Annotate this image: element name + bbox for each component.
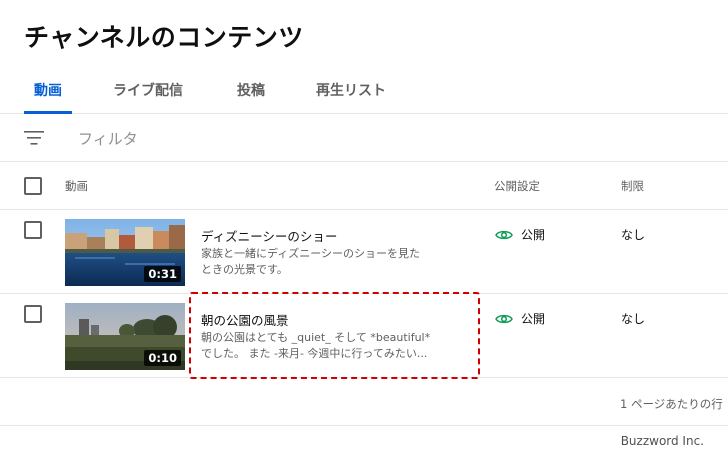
tab-playlists[interactable]: 再生リスト (316, 80, 386, 100)
visibility-status[interactable]: 公開 (495, 226, 545, 243)
visibility-status[interactable]: 公開 (495, 310, 545, 327)
column-header-visibility[interactable]: 公開設定 (494, 178, 540, 194)
filter-input[interactable]: フィルタ (78, 128, 138, 149)
video-description-line: ときの光景です。 (201, 263, 288, 276)
eye-icon (495, 230, 513, 239)
annotation-highlight-box (189, 292, 480, 379)
pagination-bar: 1 ページあたりの行 (0, 378, 728, 426)
filter-bar: フィルタ (0, 114, 728, 162)
video-thumbnail[interactable]: 0:31 (65, 219, 185, 286)
video-title[interactable]: ディズニーシーのショー (201, 226, 337, 245)
filter-lines-icon[interactable] (24, 130, 44, 146)
visibility-label: 公開 (521, 228, 546, 242)
restriction-status: なし (621, 312, 646, 326)
tab-videos[interactable]: 動画 (34, 80, 62, 100)
row-checkbox[interactable] (24, 221, 42, 239)
eye-icon (495, 314, 513, 323)
tab-posts[interactable]: 投稿 (237, 80, 265, 100)
video-duration: 0:31 (144, 266, 181, 282)
tab-bar: 動画 ライブ配信 投稿 再生リスト (0, 70, 728, 114)
video-thumbnail[interactable]: 0:10 (65, 303, 185, 370)
video-duration: 0:10 (144, 350, 181, 366)
rows-per-page-label: 1 ページあたりの行 (620, 397, 723, 411)
video-description-line: 家族と一緒にディズニーシーのショーを見た (201, 247, 421, 260)
watermark: Buzzword Inc. (620, 434, 704, 448)
tab-live[interactable]: ライブ配信 (113, 80, 183, 100)
page-title: チャンネルのコンテンツ (24, 23, 304, 52)
select-all-checkbox[interactable] (24, 177, 42, 195)
video-description: 家族と一緒にディズニーシーのショーを見た ときの光景です。 (201, 246, 451, 278)
table-row: 0:31 ディズニーシーのショー 家族と一緒にディズニーシーのショーを見た とき… (0, 210, 728, 294)
column-header-video: 動画 (65, 179, 88, 193)
table-header: 動画 公開設定 制限 (0, 162, 728, 210)
row-checkbox[interactable] (24, 305, 42, 323)
column-header-restriction[interactable]: 制限 (621, 178, 644, 194)
visibility-label: 公開 (521, 312, 546, 326)
restriction-status: なし (621, 228, 646, 242)
